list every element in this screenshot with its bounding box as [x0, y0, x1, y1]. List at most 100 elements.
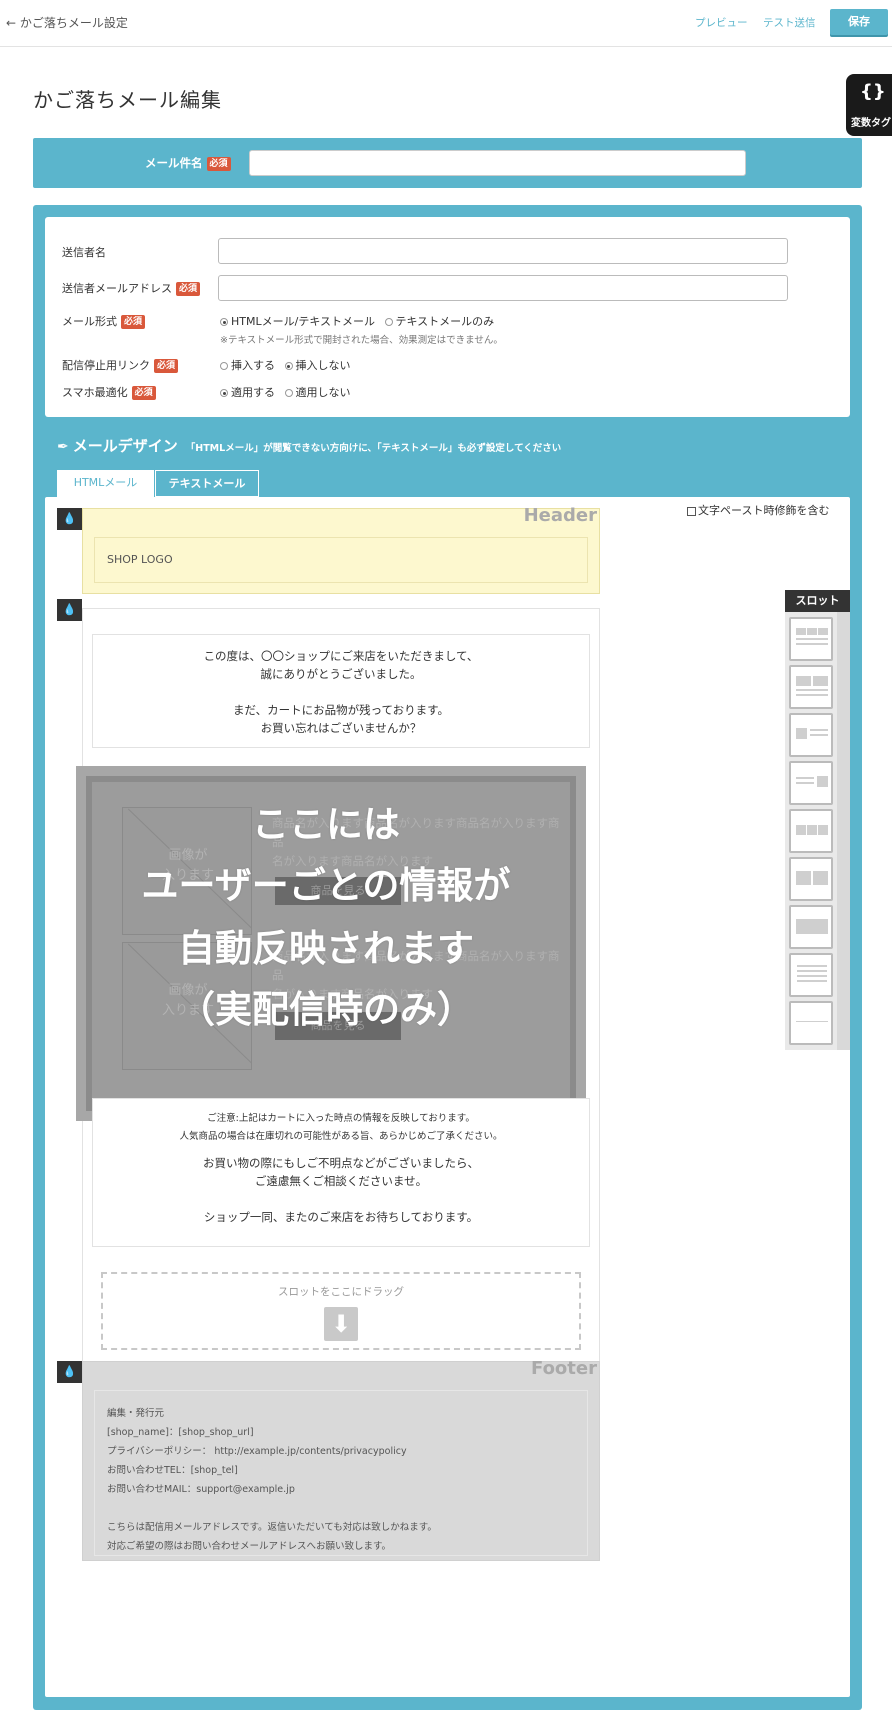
overlay-line: （実配信時のみ）: [178, 988, 474, 1031]
tab-text-mail[interactable]: テキストメール: [155, 470, 259, 497]
mail-format-option-text[interactable]: テキストメールのみ: [384, 315, 495, 328]
greeting-line: 誠にありがとうございました。: [260, 667, 422, 681]
notice-line: お買い物の際にもしご不明点などがございましたら、: [203, 1156, 479, 1170]
variable-tag-button[interactable]: {} 変数タグ: [846, 74, 892, 136]
sender-email-label-text: 送信者メールアドレス: [62, 282, 172, 295]
smartphone-option-label: 適用しない: [295, 386, 351, 399]
radio-unchecked-icon: [220, 362, 228, 370]
sender-name-input[interactable]: [218, 238, 788, 264]
slot-drop-label: スロットをここにドラッグ: [278, 1286, 404, 1298]
required-badge: 必須: [121, 315, 146, 329]
notice-line: ご遠慮無くご相談くださいませ。: [254, 1174, 428, 1188]
back-link[interactable]: ← かご落ちメール設定: [6, 14, 128, 31]
subject-label-text: メール件名: [145, 156, 203, 170]
greeting-text-box[interactable]: この度は、〇〇ショップにご来店をいただきまして、 誠にありがとうございました。 …: [92, 634, 590, 748]
smartphone-option-label: 適用する: [231, 386, 275, 399]
slot-image-left-icon[interactable]: [789, 713, 833, 757]
mail-design-hint: 「HTMLメール」が閲覧できない方向けに、「テキストメール」も必ず設定してくださ…: [185, 443, 562, 454]
mail-design-heading: ✒ メールデザイン 「HTMLメール」が閲覧できない方向けに、「テキストメール」も必…: [57, 435, 561, 456]
slot-two-block-icon[interactable]: [789, 857, 833, 901]
sender-name-label: 送信者名: [62, 246, 106, 259]
overlay-line: ユーザーごとの情報が: [141, 864, 511, 907]
unsubscribe-label-text: 配信停止用リンク: [62, 359, 150, 372]
footer-line: 編集・発行元: [107, 1408, 165, 1419]
subject-bar: メール件名 必須: [33, 138, 862, 188]
mail-format-label: メール形式 必須: [62, 313, 146, 329]
braces-icon: {}: [860, 81, 886, 102]
subject-input[interactable]: [249, 150, 746, 176]
footer-tag: Footer: [531, 1358, 597, 1379]
paste-format-label: 文字ペースト時修飾を含む: [698, 504, 830, 517]
footer-color-drop-icon[interactable]: 💧: [57, 1361, 82, 1383]
mail-canvas: 文字ペースト時修飾を含む 💧 Header SHOP LOGO 💧 この度は、〇…: [45, 497, 850, 1697]
mail-format-note: ※テキストメール形式で開封された場合、効果測定はできません。: [220, 335, 503, 346]
sender-email-label: 送信者メールアドレス 必須: [62, 280, 201, 296]
shop-logo-text: SHOP LOGO: [107, 553, 173, 566]
sender-email-input[interactable]: [218, 275, 788, 301]
footer-text-box[interactable]: 編集・発行元 [shop_name]：[shop_shop_url] プライバシ…: [94, 1390, 588, 1556]
mail-format-option-label: HTMLメール/テキストメール: [231, 315, 375, 328]
test-send-link[interactable]: テスト送信: [763, 15, 816, 30]
required-badge: 必須: [176, 282, 201, 296]
slot-drop-zone[interactable]: スロットをここにドラッグ ⬇: [101, 1272, 581, 1350]
unsubscribe-radio-group: 挿入する 挿入しない: [220, 357, 357, 373]
slot-text-icon[interactable]: [789, 953, 833, 997]
footer-block[interactable]: Footer 編集・発行元 [shop_name]：[shop_shop_url…: [82, 1358, 600, 1561]
unsubscribe-option-no-insert[interactable]: 挿入しない: [284, 359, 351, 372]
notice-line: ショップ一同、またのご来店をお待ちしております。: [203, 1210, 479, 1224]
body-color-drop-icon[interactable]: 💧: [57, 599, 82, 621]
greeting-line: この度は、〇〇ショップにご来店をいただきまして、: [203, 649, 479, 663]
dynamic-info-overlay: ここには ユーザーごとの情報が 自動反映されます （実配信時のみ）: [71, 766, 581, 1121]
footer-line: 対応ご希望の際はお問い合わせメールアドレスへお願い致します。: [107, 1541, 392, 1552]
radio-unchecked-icon: [284, 389, 293, 397]
slot-banner-icon[interactable]: [789, 905, 833, 949]
top-bar: ← かご落ちメール設定 プレビュー テスト送信 保存: [0, 0, 892, 47]
slot-divider-icon[interactable]: [789, 1001, 833, 1045]
notice-text-box[interactable]: ご注意:上記はカートに入った時点の情報を反映しております。 人気商品の場合は在庫…: [92, 1098, 590, 1247]
footer-line: お問い合わせMAIL：support@example.jp: [107, 1484, 295, 1495]
preview-link[interactable]: プレビュー: [695, 15, 748, 30]
slot-three-column-icon[interactable]: [789, 809, 833, 853]
slot-image-right-icon[interactable]: [789, 761, 833, 805]
header-color-drop-icon[interactable]: 💧: [57, 508, 82, 530]
notice-line: [93, 1190, 589, 1208]
footer-line: お問い合わせTEL：[shop_tel]: [107, 1465, 238, 1476]
product-info-area: 画像が 入ります 商品名が入ります商品名が入ります商品名が入ります商品 名が入ります…: [76, 766, 586, 1121]
variable-tag-label: 変数タグ: [851, 118, 891, 129]
checkbox-icon[interactable]: [687, 506, 696, 516]
save-button[interactable]: 保存: [830, 9, 888, 35]
greeting-line: まだ、カートにお品物が残っております。: [232, 703, 450, 717]
arrow-down-icon: ⬇: [324, 1307, 358, 1341]
unsubscribe-option-insert[interactable]: 挿入する: [220, 359, 275, 372]
notice-small-line: ご注意:上記はカートに入った時点の情報を反映しております。: [207, 1113, 475, 1124]
mail-format-radio-group: HTMLメール/テキストメール テキストメールのみ: [220, 313, 500, 329]
slot-two-column-icon[interactable]: [789, 665, 833, 709]
footer-line: こちらは配信用メールアドレスです。返信いただいても対応は致しかねます。: [107, 1522, 437, 1533]
mail-format-option-label: テキストメールのみ: [395, 315, 495, 328]
mail-format-option-html[interactable]: HTMLメール/テキストメール: [220, 315, 375, 328]
shop-logo-box[interactable]: SHOP LOGO: [94, 537, 588, 583]
main-panel: 送信者名 送信者メールアドレス 必須 メール形式 必須 HTMLメール/テキストメー…: [33, 205, 862, 1710]
unsubscribe-option-label: 挿入しない: [295, 359, 351, 372]
header-tag: Header: [523, 505, 597, 526]
slot-panel-title: スロット: [785, 590, 850, 612]
slot-grid-icon[interactable]: [789, 617, 833, 661]
smartphone-radio-group: 適用する 適用しない: [220, 384, 357, 400]
unsubscribe-option-label: 挿入する: [231, 359, 275, 372]
radio-checked-icon: [284, 362, 293, 370]
slot-panel-scrollbar[interactable]: [837, 612, 850, 1050]
paste-format-option[interactable]: 文字ペースト時修飾を含む: [687, 502, 829, 518]
radio-checked-icon: [220, 389, 228, 397]
header-block[interactable]: Header SHOP LOGO: [82, 505, 600, 594]
required-badge: 必須: [206, 156, 231, 171]
body-block: この度は、〇〇ショップにご来店をいただきまして、 誠にありがとうございました。 …: [76, 608, 600, 1431]
mail-design-title: メールデザイン: [72, 437, 178, 455]
unsubscribe-label: 配信停止用リンク 必須: [62, 357, 179, 373]
mail-format-label-text: メール形式: [62, 315, 117, 328]
smartphone-option-apply[interactable]: 適用する: [220, 386, 275, 399]
subject-label: メール件名 必須: [145, 155, 231, 171]
smartphone-label-text: スマホ最適化: [62, 386, 128, 399]
tab-html-mail[interactable]: HTMLメール: [57, 470, 154, 497]
smartphone-option-not-apply[interactable]: 適用しない: [284, 386, 351, 399]
